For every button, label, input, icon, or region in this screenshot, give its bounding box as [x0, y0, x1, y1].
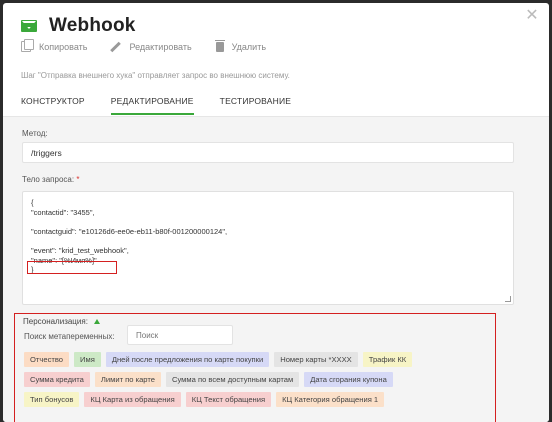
- required-mark: *: [76, 175, 80, 184]
- edit-label: Редактировать: [129, 41, 192, 52]
- chip-row: Сумма кредита Лимит по карте Сумма по вс…: [24, 372, 494, 387]
- personalization-label: Персонализация:: [23, 317, 88, 326]
- chip-card-limit[interactable]: Лимит по карте: [94, 372, 161, 387]
- close-icon[interactable]: ✕: [525, 8, 539, 24]
- trash-icon: [214, 39, 225, 52]
- body-line: [31, 217, 505, 227]
- copy-label: Копировать: [39, 41, 88, 52]
- dialog-header: Webhook: [21, 15, 136, 37]
- personalization-header: Персонализация:: [23, 317, 100, 326]
- chip-credit-amount[interactable]: Сумма кредита: [24, 372, 90, 387]
- delete-button[interactable]: Удалить: [214, 39, 267, 52]
- chip-name[interactable]: Имя: [74, 352, 101, 367]
- tab-editing[interactable]: РЕДАКТИРОВАНИЕ: [110, 96, 194, 115]
- copy-button[interactable]: Копировать: [21, 39, 88, 52]
- method-label: Метод:: [22, 129, 48, 138]
- tab-bar: КОНСТРУКТОР РЕДАКТИРОВАНИЕ ТЕСТИРОВАНИЕ: [21, 96, 291, 115]
- chip-kc-text[interactable]: КЦ Текст обращения: [185, 392, 272, 407]
- resize-handle[interactable]: [505, 296, 511, 302]
- body-line: "contactguid": "e10126d6-ee0e-eb11-b80f-…: [31, 226, 228, 236]
- body-line: {: [31, 198, 34, 207]
- collapse-triangle-icon[interactable]: [93, 319, 100, 324]
- chip-coupon-expiry[interactable]: Дата сгорания купона: [304, 372, 393, 387]
- search-label: Поиск метапеременных:: [24, 332, 115, 341]
- delete-label: Удалить: [231, 41, 267, 52]
- tab-testing[interactable]: ТЕСТИРОВАНИЕ: [220, 96, 292, 115]
- chip-traffic-kk[interactable]: Трафик КК: [362, 352, 413, 367]
- chip-sum-all-cards[interactable]: Сумма по всем доступным картам: [165, 372, 300, 387]
- chip-patronymic[interactable]: Отчество: [24, 352, 70, 367]
- mail-icon: [21, 20, 37, 32]
- method-input[interactable]: /triggers: [22, 142, 514, 163]
- webhook-dialog: Webhook ✕ Копировать Редактировать Удали…: [3, 3, 549, 422]
- body-label-text: Тело запроса:: [22, 175, 75, 184]
- chip-card-number[interactable]: Номер карты *XXXX: [274, 352, 358, 367]
- dialog-title: Webhook: [49, 15, 136, 36]
- body-line: "event": "krid_test_webhook",: [31, 245, 129, 255]
- editing-panel: Метод: /triggers Тело запроса: * { "cont…: [3, 117, 549, 422]
- toolbar: Копировать Редактировать Удалить: [21, 39, 267, 52]
- body-textarea[interactable]: { "contactid": "3455", "contactguid": "e…: [22, 191, 514, 305]
- chip-kc-category[interactable]: КЦ Категория обращения 1: [276, 392, 385, 407]
- edit-button[interactable]: Редактировать: [111, 41, 191, 52]
- chip-row: Отчество Имя Дней после предложения по к…: [24, 352, 494, 367]
- chip-days-after-offer[interactable]: Дней после предложения по карте покупки: [105, 352, 270, 367]
- copy-icon: [21, 39, 34, 52]
- chip-kc-card[interactable]: КЦ Карта из обращения: [84, 392, 181, 407]
- body-label: Тело запроса: *: [22, 175, 79, 184]
- name-field-highlight: [27, 261, 117, 274]
- tab-constructor[interactable]: КОНСТРУКТОР: [21, 96, 85, 115]
- pencil-icon: [111, 41, 121, 52]
- step-description: Шаг "Отправка внешнего хука" отправляет …: [21, 71, 290, 80]
- metavariable-chips: Отчество Имя Дней после предложения по к…: [24, 352, 494, 412]
- chip-row: Тип бонусов КЦ Карта из обращения КЦ Тек…: [24, 392, 494, 407]
- body-line: "contactid": "3455",: [31, 207, 95, 217]
- metavar-search-input[interactable]: [127, 325, 233, 345]
- body-line: [31, 236, 505, 246]
- chip-bonus-type[interactable]: Тип бонусов: [24, 392, 80, 407]
